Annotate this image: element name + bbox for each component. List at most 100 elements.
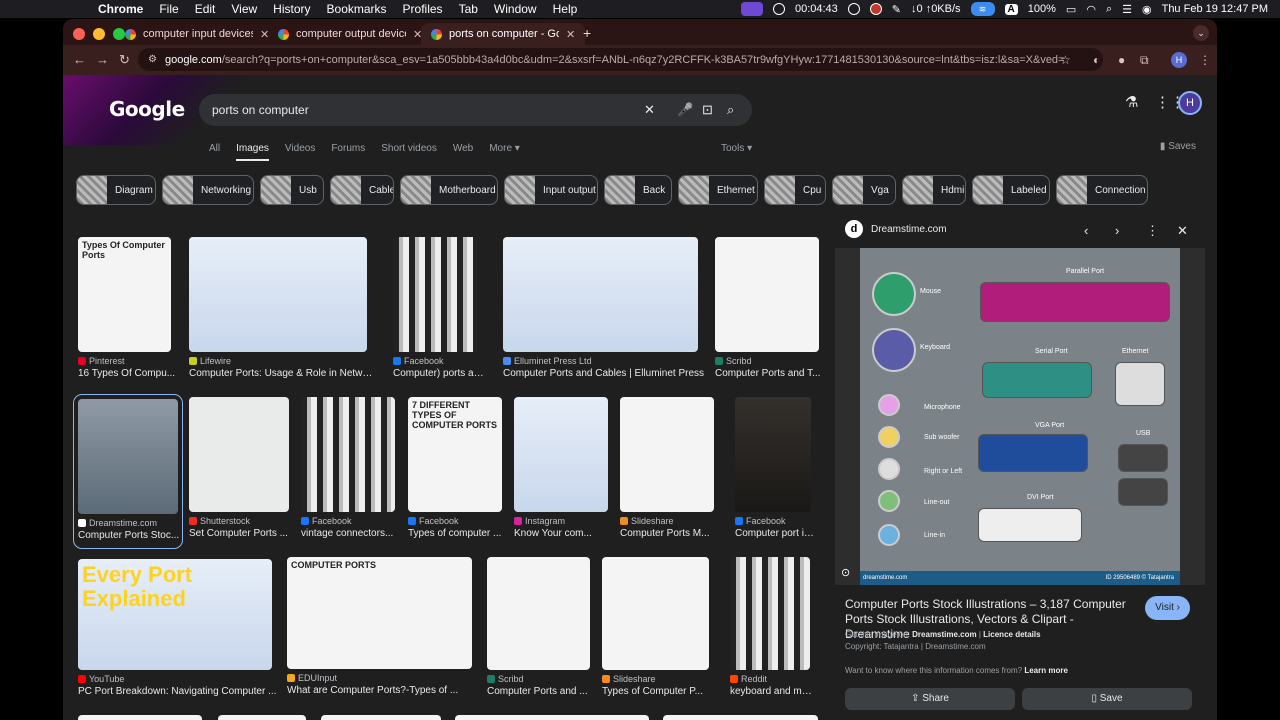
result-thumbnail[interactable]: Every Port Explained <box>78 559 272 670</box>
image-result[interactable]: Every Port Explained YouTube PC Port Break… <box>78 559 276 700</box>
control-center-icon[interactable]: ☰ <box>1122 3 1132 16</box>
wifi-icon[interactable]: ◠ <box>1086 3 1096 16</box>
site-info-icon[interactable]: ⚙ <box>148 54 157 65</box>
input-source-icon[interactable]: A <box>1004 3 1018 15</box>
tab-input-devices[interactable]: computer input devices - Go ✕ <box>115 23 279 45</box>
learn-more-link[interactable]: Learn more <box>1024 666 1068 675</box>
tab-ports-on-computer[interactable]: ports on computer - Google S ✕ <box>421 23 586 45</box>
result-title[interactable]: Types of computer ... <box>408 528 508 539</box>
result-title[interactable]: What are Computer Ports?-Types of ... <box>287 685 478 696</box>
menu-history[interactable]: History <box>273 2 310 16</box>
image-result[interactable]: Dreamstime.com Computer Ports Stoc... <box>73 394 183 549</box>
result-thumbnail[interactable] <box>78 399 178 514</box>
chip-hdmi[interactable]: Hdmi <box>902 175 966 205</box>
labs-flask-icon[interactable]: ⚗ <box>1125 93 1138 111</box>
save-button[interactable]: ▯ Save <box>1022 688 1192 710</box>
image-result[interactable]: Scribd Computer Ports and T... <box>715 237 820 382</box>
reload-icon[interactable]: ↻ <box>119 52 130 68</box>
result-thumbnail[interactable] <box>218 715 306 720</box>
result-thumbnail[interactable] <box>730 557 810 670</box>
pen-icon[interactable]: ✎ <box>892 3 901 16</box>
battery-icon[interactable]: ▭ <box>1066 3 1076 16</box>
result-thumbnail[interactable] <box>735 397 811 512</box>
get-image-site[interactable]: Dreamstime.com <box>912 630 976 639</box>
next-result-icon[interactable]: › <box>1115 223 1119 238</box>
more-options-icon[interactable]: ⋮ <box>1146 223 1159 239</box>
pause-icon[interactable] <box>847 3 860 15</box>
result-title[interactable]: Computer Ports and ... <box>487 686 596 697</box>
image-result[interactable]: COMPUTER PORTS EDUInput What are Computer … <box>287 557 472 699</box>
result-thumbnail[interactable] <box>663 715 818 720</box>
result-title[interactable]: Types of Computer P... <box>602 686 715 697</box>
menu-bookmarks[interactable]: Bookmarks <box>327 2 387 16</box>
result-thumbnail[interactable] <box>514 397 608 512</box>
result-thumbnail[interactable] <box>503 237 698 352</box>
tab-output-devices[interactable]: computer output devices - G ✕ <box>268 23 432 45</box>
menu-view[interactable]: View <box>231 2 257 16</box>
result-title[interactable]: PC Port Breakdown: Navigating Computer .… <box>78 686 278 697</box>
licence-link[interactable]: Licence details <box>983 630 1040 639</box>
image-result[interactable]: Slideshare Computer Ports M... <box>620 397 714 542</box>
result-thumbnail[interactable]: 7 DIFFERENT TYPES OF COMPUTER PORTS <box>408 397 502 512</box>
image-result[interactable]: Facebook Computer port ide... <box>735 397 817 542</box>
image-result[interactable]: Facebook vintage connectors... <box>301 397 395 542</box>
visit-button[interactable]: Visit › <box>1145 596 1190 620</box>
image-result[interactable]: Slideshare Types of Computer P... <box>602 557 709 700</box>
preview-site-name[interactable]: Dreamstime.com <box>871 224 947 235</box>
siri-icon[interactable]: ◉ <box>1142 3 1152 16</box>
result-title[interactable]: Computer) ports and ... <box>393 368 484 379</box>
profile-avatar[interactable]: H <box>1171 52 1187 68</box>
minimize-window-icon[interactable] <box>93 28 105 40</box>
result-title[interactable]: Set Computer Ports ... <box>189 528 295 539</box>
new-tab-button[interactable]: + <box>583 25 591 41</box>
forward-icon[interactable]: → <box>96 52 109 67</box>
account-avatar[interactable]: H <box>1178 91 1202 115</box>
share-button[interactable]: ⇪ Share <box>845 688 1015 710</box>
result-thumbnail[interactable] <box>301 397 395 512</box>
result-title[interactable]: Computer Ports M... <box>620 528 720 539</box>
image-result[interactable]: Elluminet Press Ltd Computer Ports and Ca… <box>503 237 704 382</box>
chip-vga[interactable]: Vga <box>832 175 896 205</box>
extension-icon[interactable]: ◐ <box>1093 53 1100 67</box>
chip-labeled[interactable]: Labeled <box>972 175 1050 205</box>
chip-connection[interactable]: Connection <box>1056 175 1148 205</box>
result-title[interactable]: Computer Ports Stoc... <box>78 530 184 541</box>
back-icon[interactable]: ← <box>73 52 86 67</box>
result-thumbnail[interactable] <box>393 237 478 352</box>
image-result[interactable]: Shutterstock Set Computer Ports ... <box>189 397 289 542</box>
result-thumbnail[interactable]: Input and Output Ports? <box>455 715 649 720</box>
result-thumbnail[interactable]: Types Of Computer Ports <box>78 237 171 352</box>
result-title[interactable]: Computer Ports and T... <box>715 368 825 379</box>
result-thumbnail[interactable] <box>487 557 590 670</box>
result-title[interactable]: Computer Ports and Cables | Elluminet Pr… <box>503 368 704 379</box>
result-thumbnail[interactable] <box>715 237 819 352</box>
result-title[interactable]: Computer port ide... <box>735 528 817 539</box>
image-result[interactable]: Types Of Computer Ports Pinterest 16 Types… <box>78 237 175 382</box>
menu-help[interactable]: Help <box>553 2 578 16</box>
result-thumbnail[interactable] <box>602 557 709 670</box>
saves-button[interactable]: ▮ Saves <box>1160 141 1196 152</box>
menu-edit[interactable]: Edit <box>195 2 216 16</box>
image-result[interactable]: 7 DIFFERENT TYPES OF COMPUTER PORTS Faceb… <box>408 397 502 542</box>
previous-result-icon[interactable]: ‹ <box>1084 223 1088 238</box>
menu-tab[interactable]: Tab <box>459 2 478 16</box>
result-thumbnail[interactable] <box>78 715 202 720</box>
menu-file[interactable]: File <box>159 2 178 16</box>
stop-icon[interactable] <box>869 3 882 15</box>
result-thumbnail[interactable]: COMPUTER PORTS <box>287 557 472 669</box>
computer-ports-illustration[interactable]: Mouse Keyboard Parallel Port Serial Port… <box>860 248 1180 585</box>
close-window-icon[interactable] <box>73 28 85 40</box>
close-preview-icon[interactable]: ✕ <box>1177 223 1188 239</box>
result-thumbnail[interactable] <box>620 397 714 512</box>
extensions-puzzle-icon[interactable]: ⧉ <box>1140 53 1149 68</box>
tab-search-icon[interactable]: ⌄ <box>1193 25 1209 41</box>
chrome-menu-icon[interactable]: ⋮ <box>1199 53 1211 67</box>
image-result[interactable]: Lifewire Computer Ports: Usage & Role in … <box>189 237 373 382</box>
result-title[interactable]: Computer Ports: Usage & Role in Netwo... <box>189 368 373 379</box>
result-title[interactable]: Know Your com... <box>514 528 614 539</box>
lens-icon[interactable]: ⊙ <box>841 566 850 579</box>
extension-badge-icon[interactable]: ● <box>1118 53 1125 67</box>
app-switcher-icon[interactable] <box>740 2 763 16</box>
result-thumbnail[interactable] <box>189 237 367 352</box>
image-result[interactable]: Facebook Computer) ports and ... <box>393 237 484 382</box>
